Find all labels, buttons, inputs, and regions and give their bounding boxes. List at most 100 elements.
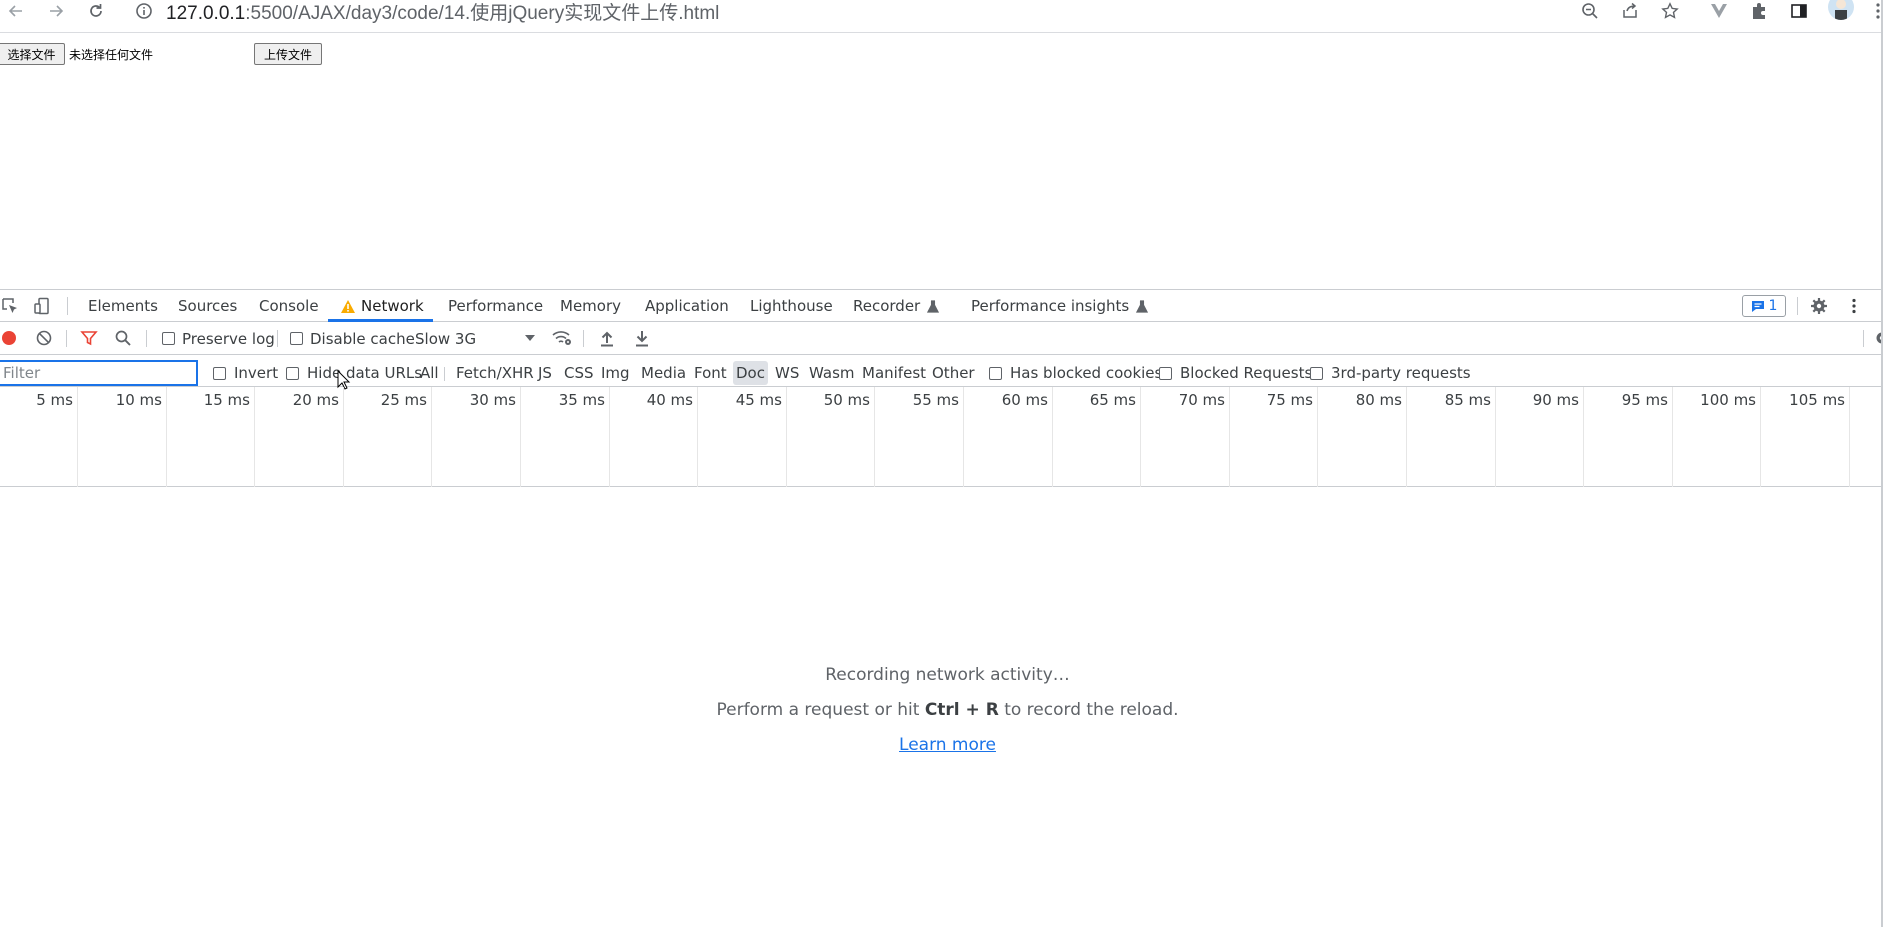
invert-checkbox[interactable] — [213, 367, 226, 380]
tab-sources[interactable]: Sources — [178, 290, 237, 322]
timeline-gridline — [254, 387, 255, 487]
hide-data-urls-checkbox[interactable] — [286, 367, 299, 380]
filter-icon[interactable] — [77, 327, 101, 349]
export-har-icon[interactable] — [630, 327, 654, 349]
learn-more-link[interactable]: Learn more — [899, 735, 996, 755]
tab-lighthouse[interactable]: Lighthouse — [750, 290, 833, 322]
invert-option[interactable]: Invert — [213, 361, 278, 385]
address-bar[interactable]: 127.0.0.1:5500/AJAX/day3/code/14.使用jQuer… — [166, 0, 719, 25]
tab-performance[interactable]: Performance — [448, 290, 543, 322]
timeline-gridline — [1495, 387, 1496, 487]
hide-data-urls-option[interactable]: Hide data URLs — [286, 361, 422, 385]
network-conditions-icon[interactable] — [550, 327, 574, 349]
type-filter-font[interactable]: Font — [691, 361, 730, 385]
issues-badge[interactable]: 1 — [1742, 295, 1786, 317]
tab-network[interactable]: Network — [340, 290, 424, 322]
tab-recorder-label: Recorder — [853, 297, 920, 315]
throttling-select[interactable]: Slow 3G — [415, 322, 535, 355]
timeline-gridline — [609, 387, 610, 487]
network-overview-timeline[interactable]: 5 ms10 ms15 ms20 ms25 ms30 ms35 ms40 ms4… — [0, 387, 1883, 487]
choose-file-button[interactable]: 选择文件 — [0, 43, 65, 65]
divider — [146, 330, 147, 347]
disable-cache-label: Disable cache — [310, 330, 415, 348]
no-file-selected-text: 未选择任何文件 — [69, 46, 153, 63]
type-filter-fetch-xhr[interactable]: Fetch/XHR — [453, 361, 537, 385]
tab-performance-insights-label: Performance insights — [971, 297, 1129, 315]
timeline-gridline — [786, 387, 787, 487]
import-har-icon[interactable] — [595, 327, 619, 349]
timeline-tick-label: 15 ms — [204, 391, 250, 409]
timeline-gridline — [697, 387, 698, 487]
back-icon[interactable] — [4, 0, 28, 22]
browser-toolbar: 127.0.0.1:5500/AJAX/day3/code/14.使用jQuer… — [0, 0, 1883, 33]
clear-icon[interactable] — [32, 327, 56, 349]
timeline-gridline — [1849, 387, 1850, 487]
preserve-log-option[interactable]: Preserve log — [162, 322, 275, 355]
timeline-gridline — [963, 387, 964, 487]
timeline-gridline — [1406, 387, 1407, 487]
tab-memory[interactable]: Memory — [560, 290, 621, 322]
timeline-gridline — [1760, 387, 1761, 487]
reload-icon[interactable] — [84, 0, 108, 22]
timeline-tick-label: 65 ms — [1090, 391, 1136, 409]
tab-network-label: Network — [361, 297, 424, 315]
record-icon[interactable] — [0, 327, 21, 349]
filter-input[interactable]: Filter — [0, 361, 197, 385]
type-filter-all[interactable]: All — [417, 361, 442, 385]
type-filter-img[interactable]: Img — [598, 361, 633, 385]
timeline-tick-label: 10 ms — [116, 391, 162, 409]
blocked-requests-checkbox[interactable] — [1159, 367, 1172, 380]
type-filter-media[interactable]: Media — [638, 361, 689, 385]
type-filter-css[interactable]: CSS — [561, 361, 597, 385]
has-blocked-cookies-option[interactable]: Has blocked cookies — [989, 361, 1162, 385]
tab-elements[interactable]: Elements — [88, 290, 158, 322]
upload-file-button[interactable]: 上传文件 — [254, 43, 322, 65]
hide-data-urls-label: Hide data URLs — [307, 364, 422, 382]
blocked-requests-option[interactable]: Blocked Requests — [1159, 361, 1312, 385]
timeline-tick-label: 100 ms — [1700, 391, 1756, 409]
star-icon[interactable] — [1658, 0, 1682, 22]
warning-icon — [340, 299, 356, 314]
recording-status-text: Recording network activity… — [0, 665, 1883, 685]
extensions-icon[interactable] — [1747, 0, 1771, 22]
tab-recorder[interactable]: Recorder — [853, 290, 939, 322]
site-info-icon[interactable] — [132, 0, 156, 22]
timeline-tick-label: 85 ms — [1445, 391, 1491, 409]
type-filter-other[interactable]: Other — [929, 361, 978, 385]
type-filter-doc[interactable]: Doc — [733, 361, 768, 385]
type-filter-manifest[interactable]: Manifest — [859, 361, 929, 385]
divider — [277, 330, 278, 347]
side-panel-icon[interactable] — [1787, 0, 1811, 22]
settings-gear-icon[interactable] — [1807, 295, 1831, 317]
type-filter-ws[interactable]: WS — [772, 361, 802, 385]
timeline-gridline — [1317, 387, 1318, 487]
timeline-tick-label: 35 ms — [559, 391, 605, 409]
tab-application[interactable]: Application — [645, 290, 729, 322]
share-icon[interactable] — [1618, 0, 1642, 22]
forward-icon[interactable] — [44, 0, 68, 22]
devtools-menu-icon[interactable] — [1842, 295, 1866, 317]
learn-more-row: Learn more — [0, 735, 1883, 755]
tab-performance-insights[interactable]: Performance insights — [971, 290, 1148, 322]
third-party-requests-option[interactable]: 3rd-party requests — [1310, 361, 1471, 385]
search-icon[interactable] — [111, 327, 135, 349]
type-filter-wasm[interactable]: Wasm — [806, 361, 858, 385]
device-toolbar-icon[interactable] — [30, 295, 54, 317]
timeline-tick-label: 90 ms — [1533, 391, 1579, 409]
disable-cache-checkbox[interactable] — [290, 332, 303, 345]
disable-cache-option[interactable]: Disable cache — [290, 322, 415, 355]
third-party-requests-checkbox[interactable] — [1310, 367, 1323, 380]
timeline-gridline — [874, 387, 875, 487]
dropdown-arrow-icon — [525, 335, 535, 341]
keyboard-shortcut: Ctrl + R — [925, 700, 999, 720]
experiment-flask-icon — [1136, 300, 1148, 313]
zoom-out-icon[interactable] — [1578, 0, 1602, 22]
inspect-element-icon[interactable] — [0, 295, 22, 317]
preserve-log-checkbox[interactable] — [162, 332, 175, 345]
has-blocked-cookies-checkbox[interactable] — [989, 367, 1002, 380]
type-filter-js[interactable]: JS — [535, 361, 555, 385]
vue-extension-icon[interactable] — [1707, 0, 1731, 22]
profile-avatar[interactable] — [1828, 0, 1854, 20]
tab-console[interactable]: Console — [259, 290, 319, 322]
devtools-tab-bar: Elements Sources Console Network Perform… — [0, 290, 1883, 322]
